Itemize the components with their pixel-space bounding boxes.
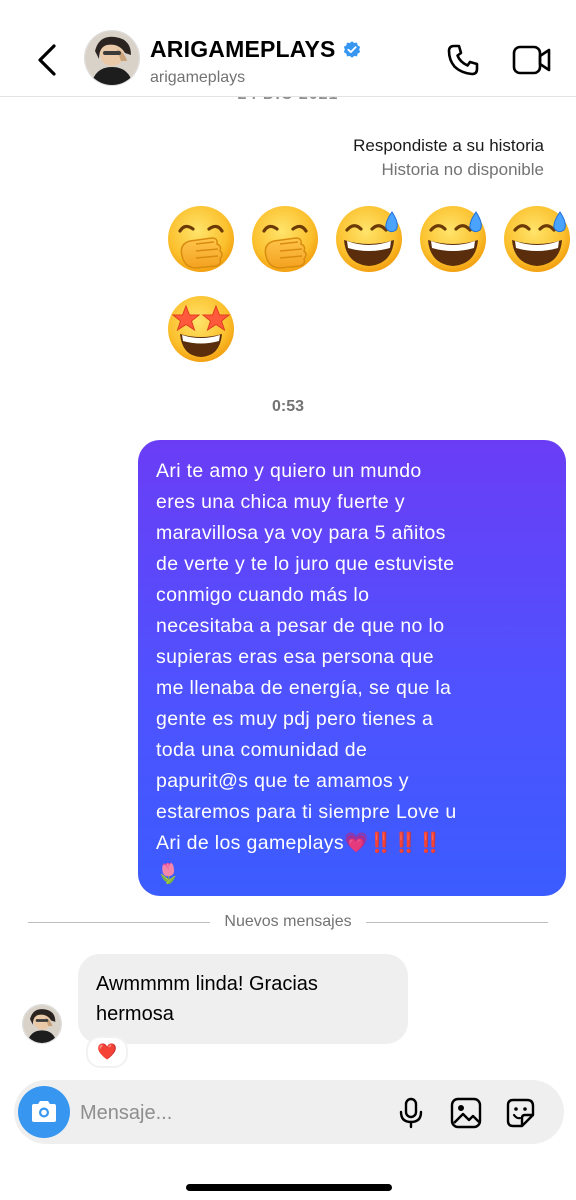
- message-line: hermosa: [96, 1003, 174, 1025]
- message-composer: [14, 1080, 564, 1144]
- message-line: papurit@s que te amamos y: [156, 770, 409, 792]
- story-reply-label: Respondiste a su historia: [353, 136, 544, 155]
- outgoing-message-bubble[interactable]: Ari te amo y quiero un mundo eres una ch…: [138, 440, 566, 896]
- contact-info[interactable]: ARIGAMEPLAYS arigameplays: [150, 36, 362, 87]
- message-line: gente es muy pdj pero tienes a: [156, 708, 434, 730]
- message-line: maravillosa ya voy para 5 añitos: [156, 522, 446, 544]
- contact-name-row: ARIGAMEPLAYS: [150, 36, 362, 63]
- grinning-sweat-emoji-icon: [502, 204, 572, 274]
- message-line: necesitaba a pesar de que no lo: [156, 615, 445, 637]
- message-line: supieras eras esa persona que: [156, 646, 434, 668]
- grinning-sweat-emoji-icon: [418, 204, 488, 274]
- message-line: Ari te amo y quiero un mundo: [156, 460, 422, 482]
- time-separator: 0:53: [271, 398, 305, 415]
- camera-button[interactable]: [18, 1086, 70, 1138]
- grinning-sweat-emoji-icon: [334, 204, 404, 274]
- new-messages-divider: Nuevos mensajes: [28, 912, 549, 932]
- verified-badge-icon: [343, 40, 360, 58]
- gallery-icon[interactable]: [450, 1097, 482, 1129]
- video-camera-icon[interactable]: [512, 43, 552, 77]
- message-line: estaremos para ti siempre Love u: [156, 801, 457, 823]
- story-reply-note: Respondiste a su historia Historia no di…: [353, 134, 544, 182]
- contact-name: ARIGAMEPLAYS: [150, 36, 336, 62]
- chat-header: ARIGAMEPLAYS arigameplays: [0, 0, 576, 97]
- camera-icon: [32, 1101, 56, 1122]
- new-messages-label: Nuevos mensajes: [224, 913, 352, 930]
- contact-username: arigameplays: [150, 69, 246, 86]
- message-line: Ari de los gameplays💗‼️‼️‼️: [156, 832, 443, 854]
- star-struck-emoji-icon: [166, 294, 236, 364]
- message-line: toda una comunidad de: [156, 739, 368, 761]
- home-indicator[interactable]: [186, 1184, 392, 1191]
- hand-over-mouth-emoji-icon: [166, 204, 236, 274]
- sticker-icon[interactable]: [504, 1097, 536, 1129]
- incoming-message-bubble[interactable]: Awmmmm linda! Gracias hermosa: [78, 954, 408, 1044]
- heart-reaction-label: ❤️: [97, 1044, 117, 1061]
- message-line: Awmmmm linda! Gracias: [96, 973, 318, 995]
- avatar[interactable]: [84, 30, 140, 86]
- story-unavailable-label: Historia no disponible: [381, 160, 544, 179]
- message-input[interactable]: [78, 1090, 382, 1136]
- heart-reaction[interactable]: ❤️: [86, 1036, 128, 1068]
- message-line: me llenaba de energía, se que la: [156, 677, 452, 699]
- sender-avatar[interactable]: [22, 1004, 62, 1044]
- message-line: conmigo cuando más lo: [156, 584, 370, 606]
- divider-line: [365, 921, 549, 923]
- emoji-message[interactable]: [166, 204, 572, 274]
- message-line: de verte y te lo juro que estuviste: [156, 553, 455, 575]
- emoji-message-row-2[interactable]: [166, 294, 236, 364]
- phone-icon[interactable]: [445, 42, 481, 78]
- message-line: eres una chica muy fuerte y: [156, 491, 405, 513]
- back-arrow-icon[interactable]: [30, 38, 66, 82]
- message-line: 🌷: [156, 863, 181, 885]
- microphone-icon[interactable]: [396, 1097, 426, 1129]
- divider-line: [28, 921, 211, 923]
- hand-over-mouth-emoji-icon: [250, 204, 320, 274]
